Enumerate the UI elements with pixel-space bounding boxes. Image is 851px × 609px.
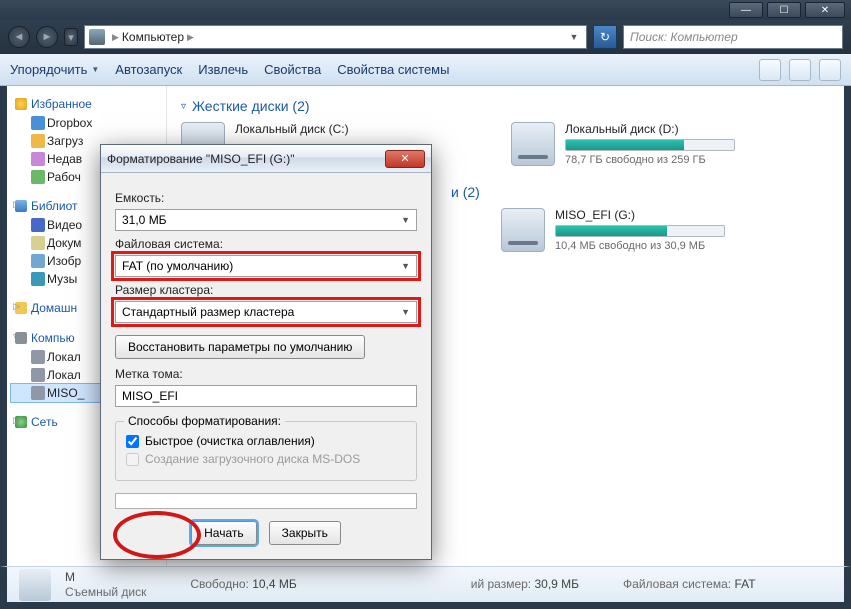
drive-icon — [31, 368, 45, 382]
dropbox-icon — [31, 116, 45, 130]
chevron-right-icon: ▷ — [13, 415, 20, 426]
volume-label-label: Метка тома: — [115, 367, 417, 381]
cluster-label: Размер кластера: — [115, 283, 417, 297]
breadcrumb-sep-icon: ▶ — [112, 32, 119, 43]
section-hard-disks[interactable]: ▿Жесткие диски (2) — [181, 94, 830, 122]
search-input[interactable]: Поиск: Компьютер — [623, 25, 843, 49]
chevron-right-icon: ▷ — [13, 199, 20, 210]
footer-fs-value: FAT — [734, 577, 755, 591]
chevron-down-icon: ▼ — [401, 307, 410, 317]
start-button[interactable]: Начать — [191, 521, 257, 545]
restore-defaults-button[interactable]: Восстановить параметры по умолчанию — [115, 335, 365, 359]
properties-button[interactable]: Свойства — [264, 62, 321, 77]
dialog-titlebar[interactable]: Форматирование "MISO_EFI (G:)" ✕ — [101, 145, 431, 173]
drive-d[interactable]: Локальный диск (D:) 78,7 ГБ свободно из … — [511, 122, 811, 166]
format-progress — [115, 493, 417, 509]
organize-menu[interactable]: Упорядочить▼ — [10, 62, 99, 77]
usage-bar — [565, 139, 735, 151]
refresh-button[interactable]: ↻ — [593, 25, 617, 49]
preview-pane-button[interactable] — [789, 59, 811, 81]
chevron-down-icon: ▼ — [401, 215, 410, 225]
breadcrumb-sep-icon[interactable]: ▶ — [187, 32, 194, 43]
address-dropdown-icon[interactable]: ▼ — [566, 32, 582, 42]
details-pane: M Съемный диск Свободно: 10,4 МБ ий разм… — [0, 566, 851, 609]
computer-icon — [89, 29, 105, 45]
drive-icon — [19, 569, 51, 601]
sidebar-item-dropbox[interactable]: Dropbox — [11, 114, 162, 132]
format-methods-label: Способы форматирования: — [124, 414, 285, 428]
address-bar[interactable]: ▶ Компьютер ▶ ▼ — [84, 25, 587, 49]
format-dialog: Форматирование "MISO_EFI (G:)" ✕ Емкость… — [100, 144, 432, 560]
command-toolbar: Упорядочить▼ Автозапуск Извлечь Свойства… — [0, 54, 851, 86]
forward-button[interactable]: ► — [36, 26, 58, 48]
maximize-button[interactable]: ☐ — [767, 2, 801, 18]
desktop-icon — [31, 170, 45, 184]
footer-free-value: 10,4 МБ — [252, 577, 297, 591]
footer-totalsize-value: 30,9 МБ — [534, 577, 579, 591]
footer-free-label: Свободно: — [190, 577, 249, 591]
help-button[interactable] — [819, 59, 841, 81]
drive-sublabel: 78,7 ГБ свободно из 259 ГБ — [565, 154, 735, 166]
chevron-down-icon: ▼ — [91, 65, 99, 74]
window-titlebar: — ☐ ✕ — [0, 0, 851, 20]
chevron-down-icon: ▼ — [401, 261, 410, 271]
checkbox-icon[interactable] — [126, 435, 139, 448]
chevron-right-icon: ▷ — [13, 301, 20, 312]
drive-label: MISO_EFI (G:) — [555, 208, 725, 222]
drive-label: Локальный диск (D:) — [565, 122, 735, 136]
dialog-title: Форматирование "MISO_EFI (G:)" — [107, 152, 294, 166]
dialog-close-button[interactable]: ✕ — [385, 150, 425, 168]
close-button[interactable]: Закрыть — [269, 521, 341, 545]
filesystem-label: Файловая система: — [115, 237, 417, 251]
usage-bar — [555, 225, 725, 237]
filesystem-select[interactable]: FAT (по умолчанию)▼ — [115, 255, 417, 277]
checkbox-icon — [126, 453, 139, 466]
video-icon — [31, 218, 45, 232]
document-icon — [31, 236, 45, 250]
drive-sublabel: 10,4 МБ свободно из 30,9 МБ — [555, 240, 725, 252]
system-properties-button[interactable]: Свойства системы — [337, 62, 449, 77]
recent-icon — [31, 152, 45, 166]
view-button[interactable] — [759, 59, 781, 81]
highlight-annotation — [113, 511, 201, 559]
removable-drive-icon — [501, 208, 545, 252]
footer-type: Съемный диск — [65, 585, 146, 600]
footer-name: M — [65, 570, 146, 585]
chevron-down-icon: ▿ — [181, 101, 186, 112]
capacity-select[interactable]: 31,0 МБ▼ — [115, 209, 417, 231]
drive-g[interactable]: MISO_EFI (G:) 10,4 МБ свободно из 30,9 М… — [501, 208, 801, 252]
back-button[interactable]: ◄ — [8, 26, 30, 48]
sidebar-favorites[interactable]: Избранное — [11, 94, 162, 114]
drive-label: Локальный диск (C:) — [235, 122, 349, 136]
cluster-select[interactable]: Стандартный размер кластера▼ — [115, 301, 417, 323]
minimize-button[interactable]: — — [729, 2, 763, 18]
autoplay-button[interactable]: Автозапуск — [115, 62, 182, 77]
image-icon — [31, 254, 45, 268]
footer-fs-label: Файловая система: — [623, 577, 731, 591]
msdos-boot-checkbox: Создание загрузочного диска MS-DOS — [126, 452, 406, 466]
breadcrumb-location[interactable]: Компьютер — [122, 30, 184, 44]
hdd-icon — [511, 122, 555, 166]
chevron-down-icon: ▿ — [13, 331, 18, 342]
history-dropdown[interactable]: ▾ — [64, 28, 78, 46]
footer-totalsize-label: ий размер: — [471, 577, 531, 591]
downloads-icon — [31, 134, 45, 148]
eject-button[interactable]: Извлечь — [198, 62, 248, 77]
drive-icon — [31, 386, 45, 400]
capacity-label: Емкость: — [115, 191, 417, 205]
navigation-row: ◄ ► ▾ ▶ Компьютер ▶ ▼ ↻ Поиск: Компьютер — [0, 20, 851, 54]
music-icon — [31, 272, 45, 286]
quick-format-checkbox[interactable]: Быстрое (очистка оглавления) — [126, 434, 406, 448]
drive-icon — [31, 350, 45, 364]
window-close-button[interactable]: ✕ — [805, 2, 845, 18]
search-placeholder: Поиск: Компьютер — [630, 30, 738, 44]
volume-label-input[interactable] — [115, 385, 417, 407]
section-removable[interactable]: и (2) — [451, 180, 830, 208]
